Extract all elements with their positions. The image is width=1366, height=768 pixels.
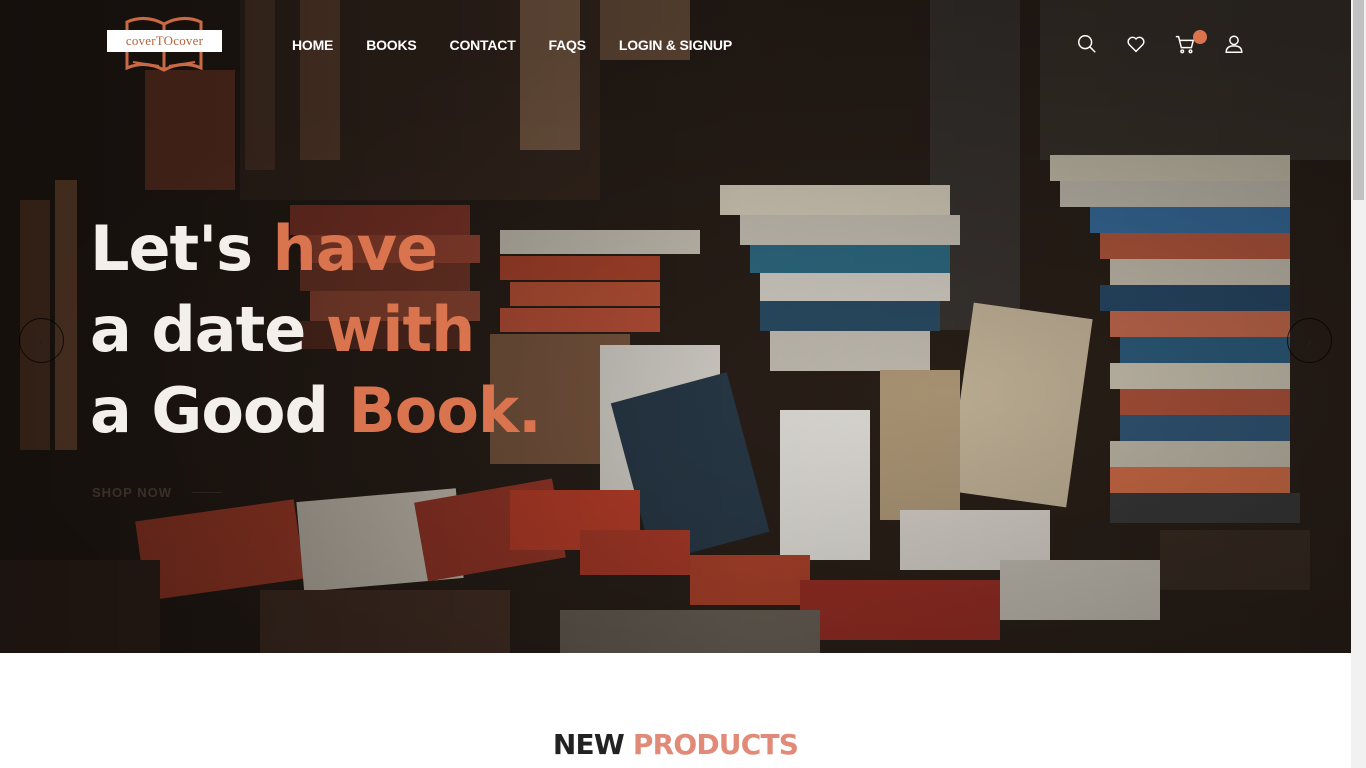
cart-badge [1193, 30, 1207, 44]
carousel-next-button[interactable]: › [1287, 318, 1332, 363]
scrollbar-thumb[interactable] [1353, 0, 1364, 200]
user-icon [1225, 35, 1243, 53]
headline-accent: with [325, 293, 475, 366]
chevron-right-icon: › [1307, 332, 1312, 349]
headline-text: Let's [90, 212, 273, 285]
main-nav: HOME BOOKS CONTACT FAQS LOGIN & SIGNUP [292, 35, 765, 55]
section-title-text: NEW [552, 728, 633, 761]
wishlist-button[interactable] [1125, 33, 1149, 57]
search-icon [1078, 35, 1096, 53]
header-icons [1076, 30, 1272, 57]
account-button[interactable] [1223, 33, 1247, 57]
nav-home[interactable]: HOME [292, 35, 333, 55]
chevron-left-icon: ‹ [39, 332, 44, 349]
headline-text: a date [90, 293, 326, 366]
nav-login-signup[interactable]: LOGIN & SIGNUP [619, 35, 732, 55]
page-scrollbar[interactable] [1351, 0, 1366, 768]
headline-text: a Good [90, 374, 349, 447]
hero-headline: Let's have a date with a Good Book. [90, 208, 542, 451]
new-products-title: NEW PRODUCTS [0, 728, 1351, 761]
nav-contact[interactable]: CONTACT [450, 35, 516, 55]
logo-text: coverTOcover [107, 30, 222, 52]
search-button[interactable] [1076, 33, 1100, 57]
shop-now-line [192, 492, 222, 493]
shop-now-button[interactable]: SHOP NOW [92, 485, 222, 500]
headline-accent: have [272, 212, 438, 285]
heart-icon [1127, 36, 1145, 53]
headline-accent: Book. [348, 374, 541, 447]
headline-line-1: Let's have [90, 208, 541, 289]
shop-now-label: SHOP NOW [92, 485, 172, 500]
section-title-accent: PRODUCTS [632, 728, 799, 761]
site-logo[interactable]: coverTOcover [107, 14, 222, 74]
site-header: coverTOcover HOME BOOKS CONTACT FAQS LOG… [0, 0, 1351, 90]
nav-faqs[interactable]: FAQS [549, 35, 587, 55]
headline-line-2: a date with [90, 289, 541, 370]
carousel-prev-button[interactable]: ‹ [19, 318, 64, 363]
headline-line-3: a Good Book. [90, 370, 542, 451]
nav-books[interactable]: BOOKS [366, 35, 417, 55]
cart-button[interactable] [1174, 30, 1207, 57]
